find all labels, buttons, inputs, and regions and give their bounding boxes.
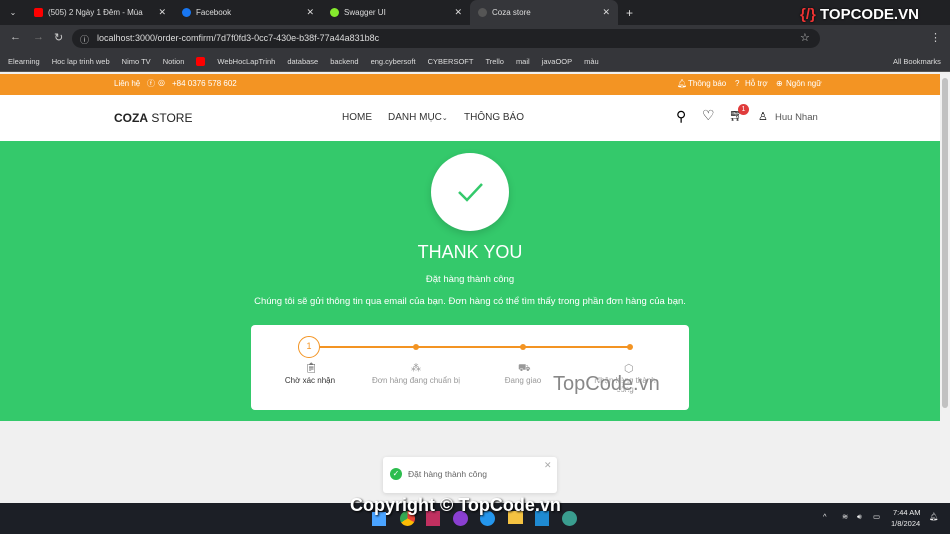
tab-search-icon[interactable]: ⌄	[0, 8, 26, 17]
language-link[interactable]: Ngôn ngữ	[786, 79, 822, 88]
notify-link[interactable]: Thông báo	[688, 79, 726, 88]
success-subtitle: Đặt hàng thành công	[425, 274, 515, 285]
chevron-down-icon: ⌄	[441, 115, 448, 122]
bookmark[interactable]: Nimo TV	[122, 57, 151, 66]
help-icon: ?	[735, 79, 740, 88]
forward-icon[interactable]: →	[33, 31, 44, 43]
site-info-icon[interactable]: ⓘ	[80, 33, 89, 46]
bookmark[interactable]: javaOOP	[542, 57, 572, 66]
all-bookmarks[interactable]: All Bookmarks	[893, 57, 941, 66]
clock-date[interactable]: 1/8/2024	[891, 519, 920, 528]
nav-notifications[interactable]: THÔNG BÁO	[464, 112, 524, 123]
menu-icon[interactable]: ⋮	[930, 31, 941, 44]
bookmark[interactable]: Hoc lap trinh web	[52, 57, 110, 66]
bookmark[interactable]: Notion	[163, 57, 185, 66]
loading-icon	[478, 8, 487, 17]
youtube-icon	[34, 8, 43, 17]
close-tab-icon[interactable]: ✕	[602, 7, 610, 18]
contact-label[interactable]: Liên hệ	[114, 79, 140, 88]
browser-tab[interactable]: (505) 2 Ngày 1 Đêm - Mùa ✕	[26, 0, 174, 25]
logo[interactable]: COZA STORE	[114, 111, 192, 125]
facebook-icon[interactable]: ⓕ	[147, 78, 155, 89]
chevron-up-icon[interactable]: ^	[823, 512, 827, 521]
bookmarks-bar: Elearning Hoc lap trinh web Nimo TV Noti…	[0, 52, 950, 72]
success-circle	[431, 153, 509, 231]
url-input[interactable]: localhost:3000/order-comfirm/7d7f0fd3-0c…	[72, 29, 820, 48]
clipboard-check-icon: 📋︎	[305, 363, 318, 374]
battery-icon[interactable]: ▭	[873, 512, 880, 521]
bell-icon: 🔔︎	[677, 79, 688, 88]
top-info-bar: Liên hệ ⓕ ◎ +84 0376 578 602 🔔︎ Thông bá…	[0, 74, 940, 95]
toast-text: Đặt hàng thành công	[408, 469, 487, 479]
bookmark-star-icon[interactable]: ☆	[800, 31, 810, 44]
order-success-section: THANK YOU Đặt hàng thành công Chúng tôi …	[0, 141, 940, 421]
step-3-marker	[520, 344, 526, 350]
new-tab-button[interactable]: +	[618, 6, 633, 20]
topcode-logo-watermark: {/} TOPCODE.VN	[800, 6, 919, 23]
toast-notification: ✓ Đặt hàng thành công ✕	[383, 457, 557, 493]
step-4-marker	[627, 344, 633, 350]
instagram-icon[interactable]: ◎	[158, 78, 165, 87]
browser-tab-active[interactable]: Coza store ✕	[470, 0, 618, 25]
close-tab-icon[interactable]: ✕	[306, 7, 314, 18]
back-icon[interactable]: ←	[10, 31, 21, 43]
copyright-watermark: Copyright © TopCode.vn	[350, 495, 561, 515]
help-link[interactable]: Hỗ trợ	[745, 79, 768, 88]
step-label: Đơn hàng đang chuẩn bị	[372, 376, 460, 385]
phone-number: +84 0376 578 602	[172, 79, 237, 88]
close-icon[interactable]: ✕	[544, 460, 552, 471]
progress-line	[320, 346, 630, 348]
close-tab-icon[interactable]: ✕	[454, 7, 462, 18]
bookmark[interactable]: CYBERSOFT	[428, 57, 474, 66]
topcode-watermark: TopCode.vn	[553, 373, 660, 395]
volume-icon[interactable]: 🔊︎	[857, 512, 862, 522]
bookmark[interactable]: backend	[330, 57, 358, 66]
scrollbar[interactable]	[940, 74, 950, 503]
step-1-marker: 1	[298, 336, 320, 358]
bookmark[interactable]: Elearning	[8, 57, 40, 66]
user-icon[interactable]: ♙	[758, 110, 768, 123]
check-icon	[458, 183, 483, 202]
user-name[interactable]: Huu Nhan	[775, 112, 818, 123]
bookmark[interactable]: Trello	[485, 57, 503, 66]
notification-bell-icon[interactable]: 🔔︎	[929, 512, 939, 521]
youtube-bookmark-icon[interactable]	[196, 57, 206, 66]
browser-tab[interactable]: Swagger UI ✕	[322, 0, 470, 25]
nav-home[interactable]: HOME	[342, 112, 372, 123]
bookmark[interactable]: eng.cybersoft	[371, 57, 416, 66]
browser-tab[interactable]: Facebook ✕	[174, 0, 322, 25]
thank-you-title: THANK YOU	[417, 242, 523, 262]
bookmark[interactable]: database	[287, 57, 318, 66]
clock-time[interactable]: 7:44 AM	[893, 508, 921, 517]
app-icon[interactable]	[562, 511, 577, 526]
taskbar: Copyright © TopCode.vn ^ ≋ 🔊︎ ▭ 7:44 AM …	[0, 495, 950, 534]
reload-icon[interactable]: ↻	[54, 31, 63, 44]
address-bar-row: ← → ↻ localhost:3000/order-comfirm/7d7f0…	[0, 25, 950, 52]
browser-tab-bar: ⌄ (505) 2 Ngày 1 Đêm - Mùa ✕ Facebook ✕ Sw…	[0, 0, 950, 25]
nav-categories[interactable]: DANH MỤC⌄	[388, 112, 448, 123]
step-label: Chờ xác nhận	[284, 376, 336, 385]
truck-icon: ⛟	[518, 363, 531, 374]
heart-icon[interactable]: ♡	[702, 107, 715, 124]
step-2-marker	[413, 344, 419, 350]
bookmark[interactable]: mail	[516, 57, 530, 66]
search-icon[interactable]: ⚲	[676, 108, 686, 125]
facebook-icon	[182, 8, 191, 17]
success-message: Chúng tôi sẽ gửi thông tin qua email của…	[254, 296, 686, 307]
bookmark[interactable]: màu	[584, 57, 599, 66]
globe-icon: ⊕	[776, 79, 783, 88]
close-tab-icon[interactable]: ✕	[158, 7, 166, 18]
cart-badge: 1	[738, 104, 749, 115]
order-progress-stepper: 1 📋︎ ⁂ ⛟ ⬡ Chờ xác nhận Đơn hàng đang ch…	[251, 325, 689, 410]
check-circle-icon: ✓	[390, 468, 402, 480]
wifi-icon[interactable]: ≋	[842, 512, 848, 521]
bookmark[interactable]: WebHocLapTrinh	[217, 57, 275, 66]
boxes-icon: ⁂	[411, 363, 421, 374]
swagger-icon	[330, 8, 339, 17]
site-header: COZA STORE HOME DANH MỤC⌄ THÔNG BÁO ⚲ ♡ …	[0, 95, 940, 141]
